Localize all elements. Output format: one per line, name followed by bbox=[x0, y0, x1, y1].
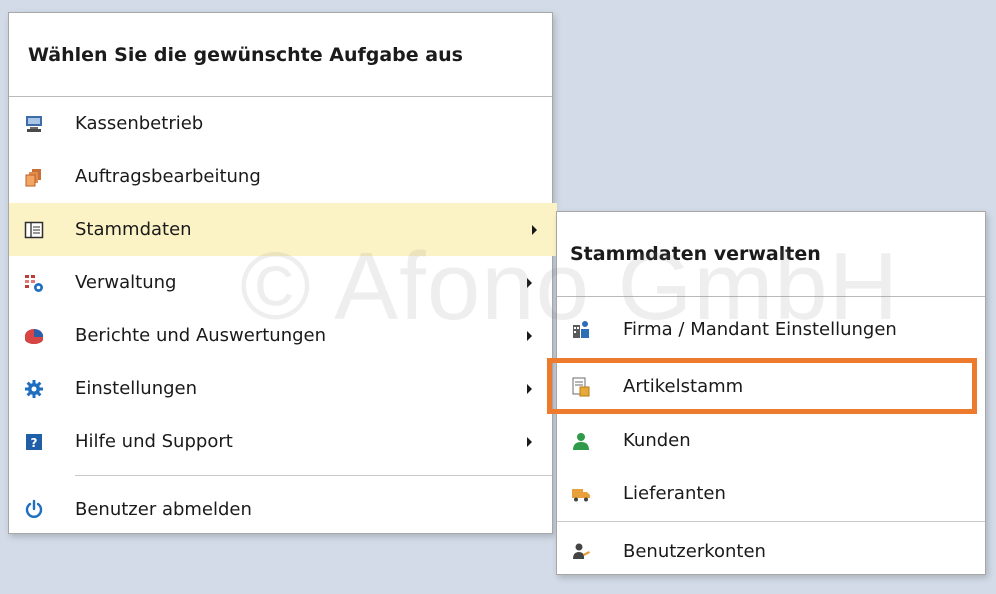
submenu-item-firma[interactable]: Firma / Mandant Einstellungen bbox=[557, 299, 985, 359]
menu-item-hilfe[interactable]: ? Hilfe und Support bbox=[9, 415, 552, 468]
menu-item-label: Hilfe und Support bbox=[75, 431, 233, 452]
truck-icon bbox=[571, 484, 591, 504]
main-menu-header: Wählen Sie die gewünschte Aufgabe aus bbox=[28, 43, 463, 66]
master-data-icon bbox=[24, 220, 44, 240]
submenu-item-benutzerkonten[interactable]: Benutzerkonten bbox=[557, 522, 985, 580]
administration-icon bbox=[24, 273, 44, 293]
submenu-arrow-icon bbox=[527, 383, 532, 394]
separator bbox=[75, 475, 552, 476]
submenu-item-label: Kunden bbox=[623, 430, 691, 451]
submenu-item-kunden[interactable]: Kunden bbox=[557, 414, 985, 467]
submenu-item-label: Lieferanten bbox=[623, 483, 726, 504]
customer-icon bbox=[571, 431, 591, 451]
submenu-item-lieferanten[interactable]: Lieferanten bbox=[557, 467, 985, 520]
power-icon bbox=[24, 499, 44, 519]
menu-item-verwaltung[interactable]: Verwaltung bbox=[9, 256, 552, 309]
main-menu: Wählen Sie die gewünschte Aufgabe aus Ka… bbox=[8, 12, 557, 534]
menu-item-logout[interactable]: Benutzer abmelden bbox=[9, 484, 552, 534]
submenu-header: Stammdaten verwalten bbox=[570, 243, 821, 265]
separator bbox=[557, 296, 985, 297]
submenu-item-label: Benutzerkonten bbox=[623, 540, 766, 562]
menu-item-label: Auftragsbearbeitung bbox=[75, 166, 261, 187]
help-icon: ? bbox=[24, 432, 44, 452]
svg-text:?: ? bbox=[31, 436, 38, 450]
submenu-arrow-icon bbox=[532, 224, 537, 235]
menu-item-label: Stammdaten bbox=[75, 219, 192, 240]
menu-item-stammdaten[interactable]: Stammdaten bbox=[9, 203, 557, 256]
gear-icon bbox=[24, 379, 44, 399]
user-accounts-icon bbox=[571, 541, 591, 561]
artikelstamm-focus-highlight bbox=[547, 358, 977, 414]
company-icon bbox=[571, 319, 591, 339]
menu-item-einstellungen[interactable]: Einstellungen bbox=[9, 362, 552, 415]
submenu-arrow-icon bbox=[527, 277, 532, 288]
menu-item-label: Benutzer abmelden bbox=[75, 498, 252, 520]
menu-item-label: Verwaltung bbox=[75, 272, 177, 293]
submenu-item-label: Firma / Mandant Einstellungen bbox=[623, 318, 897, 340]
menu-item-berichte[interactable]: Berichte und Auswertungen bbox=[9, 309, 552, 362]
menu-item-label: Kassenbetrieb bbox=[75, 113, 204, 134]
menu-item-auftragsbearbeitung[interactable]: Auftragsbearbeitung bbox=[9, 150, 552, 203]
submenu-arrow-icon bbox=[527, 436, 532, 447]
orders-stack-icon bbox=[24, 167, 44, 187]
menu-item-kassenbetrieb[interactable]: Kassenbetrieb bbox=[9, 97, 552, 150]
pos-terminal-icon bbox=[24, 114, 44, 134]
menu-item-label: Einstellungen bbox=[75, 378, 198, 399]
menu-item-label: Berichte und Auswertungen bbox=[75, 325, 327, 346]
submenu-arrow-icon bbox=[527, 330, 532, 341]
pie-chart-icon bbox=[24, 326, 44, 346]
